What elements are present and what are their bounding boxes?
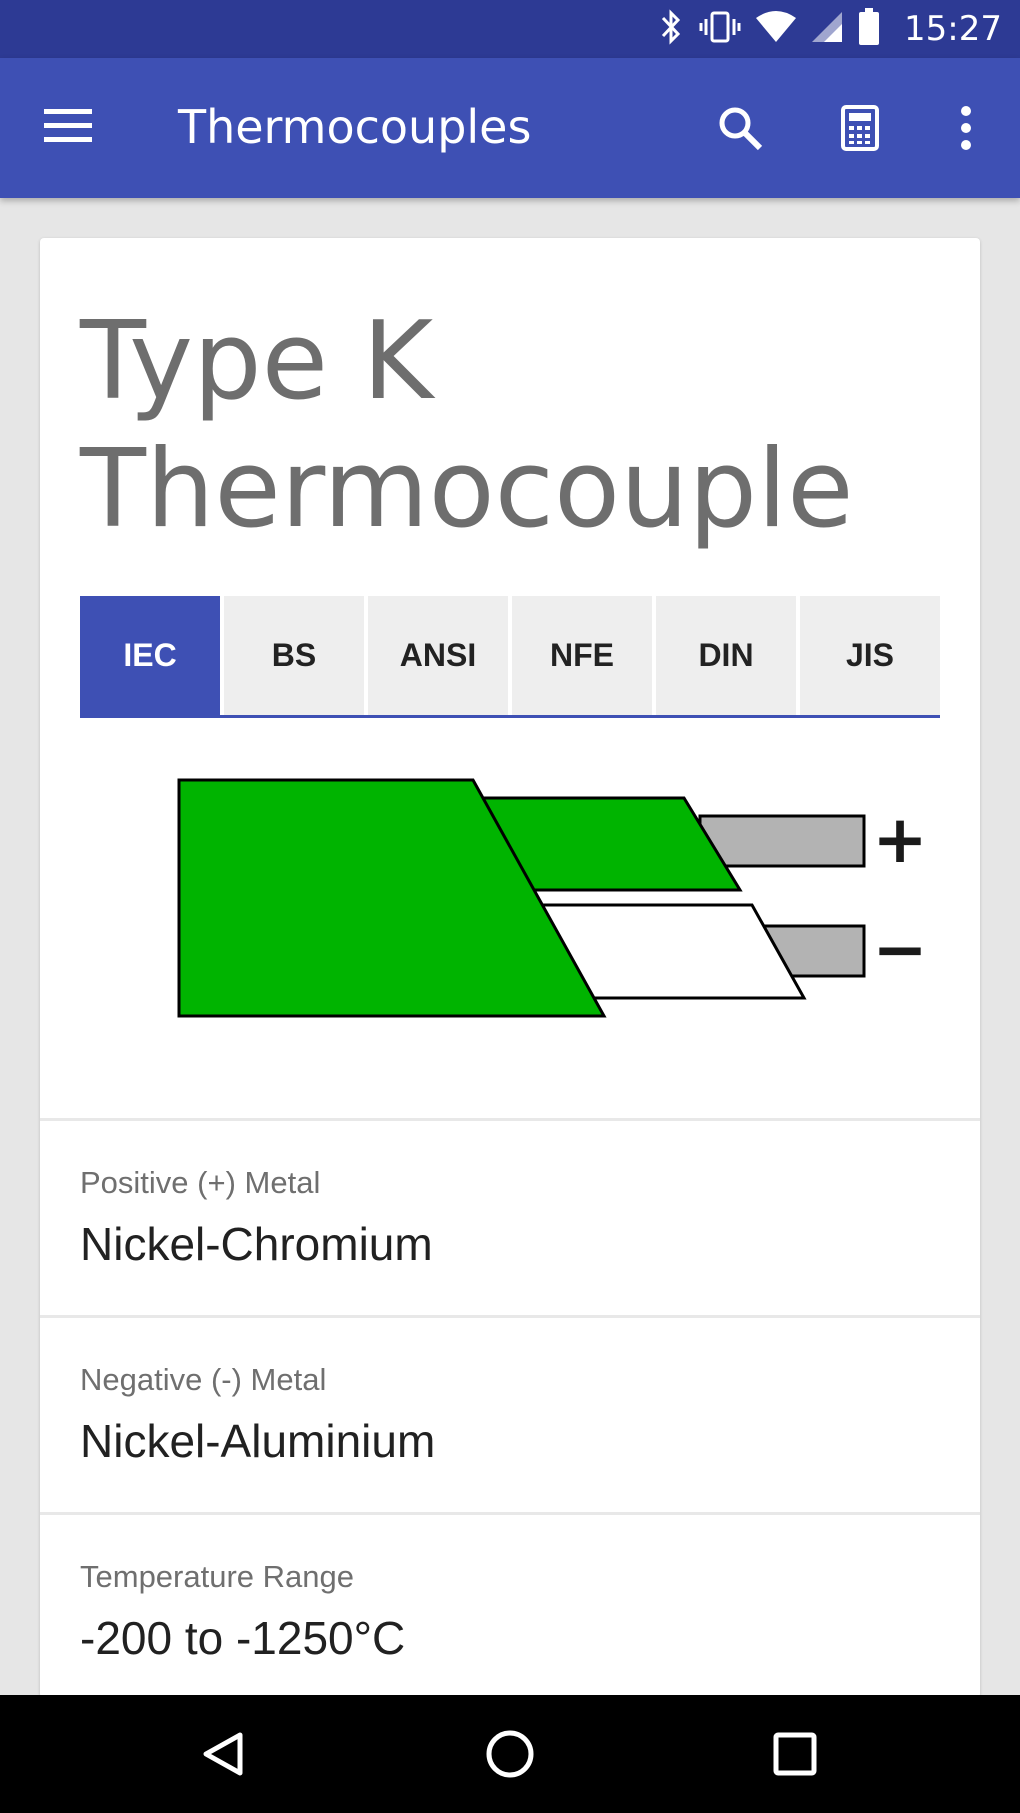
temperature-range-value: -200 to -1250°C	[80, 1612, 406, 1664]
tab-iec[interactable]: IEC	[80, 596, 220, 715]
more-vert-icon[interactable]	[936, 98, 996, 158]
wifi-icon	[756, 10, 797, 49]
tab-bs[interactable]: BS	[224, 596, 364, 715]
home-icon[interactable]	[475, 1719, 545, 1789]
status-time: 15:27	[904, 9, 1002, 49]
standard-tabs: IEC BS ANSI NFE DIN JIS	[80, 596, 940, 718]
calculator-icon[interactable]	[830, 98, 890, 158]
signal-icon	[810, 10, 844, 49]
positive-sign: +	[872, 801, 927, 878]
back-icon[interactable]	[188, 1719, 258, 1789]
temperature-range-label: Temperature Range	[80, 1559, 354, 1594]
tab-jis[interactable]: JIS	[800, 596, 940, 715]
app-title: Thermocouples	[178, 100, 532, 154]
menu-icon[interactable]	[44, 106, 94, 146]
vibrate-icon	[698, 9, 742, 50]
negative-metal-value: Nickel-Aluminium	[80, 1415, 436, 1467]
positive-metal-value: Nickel-Chromium	[80, 1218, 433, 1270]
page-title: Type K Thermocouple	[80, 299, 854, 552]
bluetooth-icon	[658, 8, 684, 50]
app-bar: Thermocouples	[0, 58, 1020, 198]
positive-metal-label: Positive (+) Metal	[80, 1165, 321, 1200]
search-icon[interactable]	[710, 98, 770, 158]
status-bar: 15:27	[0, 0, 1020, 58]
tab-nfe[interactable]: NFE	[512, 596, 652, 715]
battery-icon	[858, 7, 880, 51]
status-icons: 15:27	[658, 0, 1002, 58]
negative-metal-label: Negative (-) Metal	[80, 1362, 327, 1397]
tab-din[interactable]: DIN	[656, 596, 796, 715]
positive-conductor	[698, 814, 866, 868]
positive-metal-row: Positive (+) Metal Nickel-Chromium	[40, 1118, 980, 1314]
negative-sign: −	[872, 911, 927, 988]
recents-icon[interactable]	[760, 1719, 830, 1789]
thermocouple-color-diagram: + −	[177, 778, 928, 1018]
navigation-bar	[0, 1695, 1020, 1813]
thermocouple-card: Type K Thermocouple IEC BS ANSI NFE DIN …	[40, 238, 980, 1698]
negative-metal-row: Negative (-) Metal Nickel-Aluminium	[40, 1315, 980, 1511]
tab-ansi[interactable]: ANSI	[368, 596, 508, 715]
temperature-range-row: Temperature Range -200 to -1250°C	[40, 1512, 980, 1698]
